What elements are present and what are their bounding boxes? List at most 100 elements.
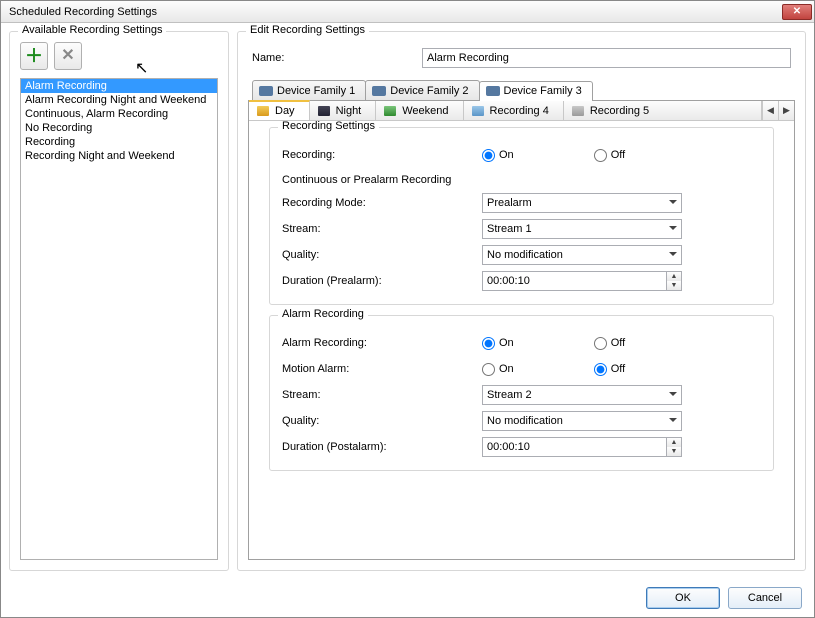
alarm-stream-select[interactable]: Stream 2: [482, 385, 682, 405]
tab-label: Day: [275, 105, 295, 117]
stream-row: Stream: Stream 1: [282, 216, 761, 242]
quality-select[interactable]: No modification: [482, 245, 682, 265]
recording4-icon: [472, 106, 484, 116]
stream-value: Stream 1: [487, 223, 532, 235]
available-settings-fieldset: Available Recording Settings ＋ ✕ ↖ Alarm…: [9, 31, 229, 571]
list-item[interactable]: Continuous, Alarm Recording: [21, 107, 217, 121]
stream-select[interactable]: Stream 1: [482, 219, 682, 239]
edit-settings-legend: Edit Recording Settings: [246, 24, 369, 36]
alarm-recording-label: Alarm Recording:: [282, 337, 482, 349]
list-item[interactable]: Recording Night and Weekend: [21, 149, 217, 163]
spinner-up[interactable]: ▲: [667, 438, 681, 447]
tab-label: Device Family 2: [390, 85, 468, 97]
tab-label: Weekend: [402, 105, 448, 117]
delete-setting-button[interactable]: ✕: [54, 42, 82, 70]
alarm-recording-row: Alarm Recording: On Off: [282, 330, 761, 356]
alarm-on-option[interactable]: On: [482, 337, 514, 350]
tab-label: Device Family 3: [504, 85, 582, 97]
duration-postalarm-input[interactable]: [482, 437, 666, 457]
tab-day[interactable]: Day: [249, 100, 310, 120]
recording-mode-select[interactable]: Prealarm: [482, 193, 682, 213]
duration-postalarm-row: Duration (Postalarm): ▲ ▼: [282, 434, 761, 460]
cursor-icon: ↖: [135, 58, 148, 78]
motion-on-option[interactable]: On: [482, 363, 514, 376]
name-row: Name:: [252, 48, 791, 68]
tab-device-family-1[interactable]: Device Family 1: [252, 80, 366, 100]
motion-alarm-label: Motion Alarm:: [282, 363, 482, 375]
motion-alarm-row: Motion Alarm: On Off: [282, 356, 761, 382]
tab-recording-5[interactable]: Recording 5: [564, 101, 663, 120]
quality-label: Quality:: [282, 249, 482, 261]
alarm-stream-row: Stream: Stream 2: [282, 382, 761, 408]
camera-icon: [486, 86, 500, 96]
tab-label: Device Family 1: [277, 85, 355, 97]
add-setting-button[interactable]: ＋: [20, 42, 48, 70]
recording-off-option[interactable]: Off: [594, 149, 625, 162]
dialog-window: Scheduled Recording Settings ✕ Available…: [0, 0, 815, 618]
cancel-button-label: Cancel: [748, 592, 782, 604]
window-title: Scheduled Recording Settings: [9, 6, 782, 18]
duration-prealarm-spinner[interactable]: ▲ ▼: [482, 271, 682, 291]
chevron-up-icon: ▲: [671, 273, 678, 280]
motion-off-option[interactable]: Off: [594, 363, 625, 376]
recording-mode-value: Prealarm: [487, 197, 532, 209]
recording-settings-legend: Recording Settings: [278, 121, 379, 132]
alarm-recording-legend: Alarm Recording: [278, 308, 368, 320]
spinner-down[interactable]: ▼: [667, 281, 681, 290]
recording-off-radio[interactable]: [594, 149, 607, 162]
recording-radio-group: On Off: [482, 149, 625, 162]
list-item[interactable]: Alarm Recording: [21, 79, 217, 93]
camera-icon: [372, 86, 386, 96]
tab-device-family-3[interactable]: Device Family 3: [479, 81, 593, 101]
device-family-panel: Day Night Weekend Recording 4: [248, 100, 795, 560]
tab-recording-4[interactable]: Recording 4: [464, 101, 564, 120]
ok-button[interactable]: OK: [646, 587, 720, 609]
recording-mode-label: Recording Mode:: [282, 197, 482, 209]
quality-row: Quality: No modification: [282, 242, 761, 268]
tab-weekend[interactable]: Weekend: [376, 101, 463, 120]
tab-night[interactable]: Night: [310, 101, 377, 120]
alarm-quality-select[interactable]: No modification: [482, 411, 682, 431]
plus-icon: ＋: [25, 47, 43, 65]
list-item[interactable]: Recording: [21, 135, 217, 149]
settings-list[interactable]: Alarm Recording Alarm Recording Night an…: [20, 78, 218, 560]
duration-postalarm-spinner[interactable]: ▲ ▼: [482, 437, 682, 457]
schedule-panel: Recording Settings Recording: On: [249, 121, 794, 559]
list-item[interactable]: No Recording: [21, 121, 217, 135]
spinner-buttons: ▲ ▼: [666, 271, 682, 291]
on-label: On: [499, 337, 514, 349]
settings-toolbar: ＋ ✕ ↖: [20, 42, 218, 70]
x-icon: ✕: [61, 48, 74, 64]
duration-prealarm-input[interactable]: [482, 271, 666, 291]
right-column: Edit Recording Settings Name: Device Fam…: [237, 31, 806, 571]
camera-icon: [259, 86, 273, 96]
recording-mode-row: Recording Mode: Prealarm: [282, 190, 761, 216]
spinner-up[interactable]: ▲: [667, 272, 681, 281]
alarm-stream-value: Stream 2: [487, 389, 532, 401]
list-item[interactable]: Alarm Recording Night and Weekend: [21, 93, 217, 107]
alarm-quality-value: No modification: [487, 415, 563, 427]
stream-label: Stream:: [282, 223, 482, 235]
alarm-quality-label: Quality:: [282, 415, 482, 427]
titlebar: Scheduled Recording Settings ✕: [1, 1, 814, 23]
cancel-button[interactable]: Cancel: [728, 587, 802, 609]
alarm-on-radio[interactable]: [482, 337, 495, 350]
recording-on-option[interactable]: On: [482, 149, 514, 162]
duration-prealarm-row: Duration (Prealarm): ▲ ▼: [282, 268, 761, 294]
name-input[interactable]: [422, 48, 791, 68]
tab-scroll-left[interactable]: ◀: [762, 101, 778, 120]
close-button[interactable]: ✕: [782, 4, 812, 20]
continuous-prealarm-header: Continuous or Prealarm Recording: [282, 174, 761, 186]
alarm-off-radio[interactable]: [594, 337, 607, 350]
spinner-down[interactable]: ▼: [667, 447, 681, 456]
alarm-off-option[interactable]: Off: [594, 337, 625, 350]
chevron-down-icon: ▼: [671, 282, 678, 289]
tab-scroll-right[interactable]: ▶: [778, 101, 794, 120]
motion-on-radio[interactable]: [482, 363, 495, 376]
recording-settings-group: Recording Settings Recording: On: [269, 127, 774, 305]
tab-device-family-2[interactable]: Device Family 2: [365, 80, 479, 100]
tab-label: Recording 5: [590, 105, 649, 117]
recording-on-radio[interactable]: [482, 149, 495, 162]
chevron-right-icon: ▶: [783, 105, 790, 116]
motion-off-radio[interactable]: [594, 363, 607, 376]
